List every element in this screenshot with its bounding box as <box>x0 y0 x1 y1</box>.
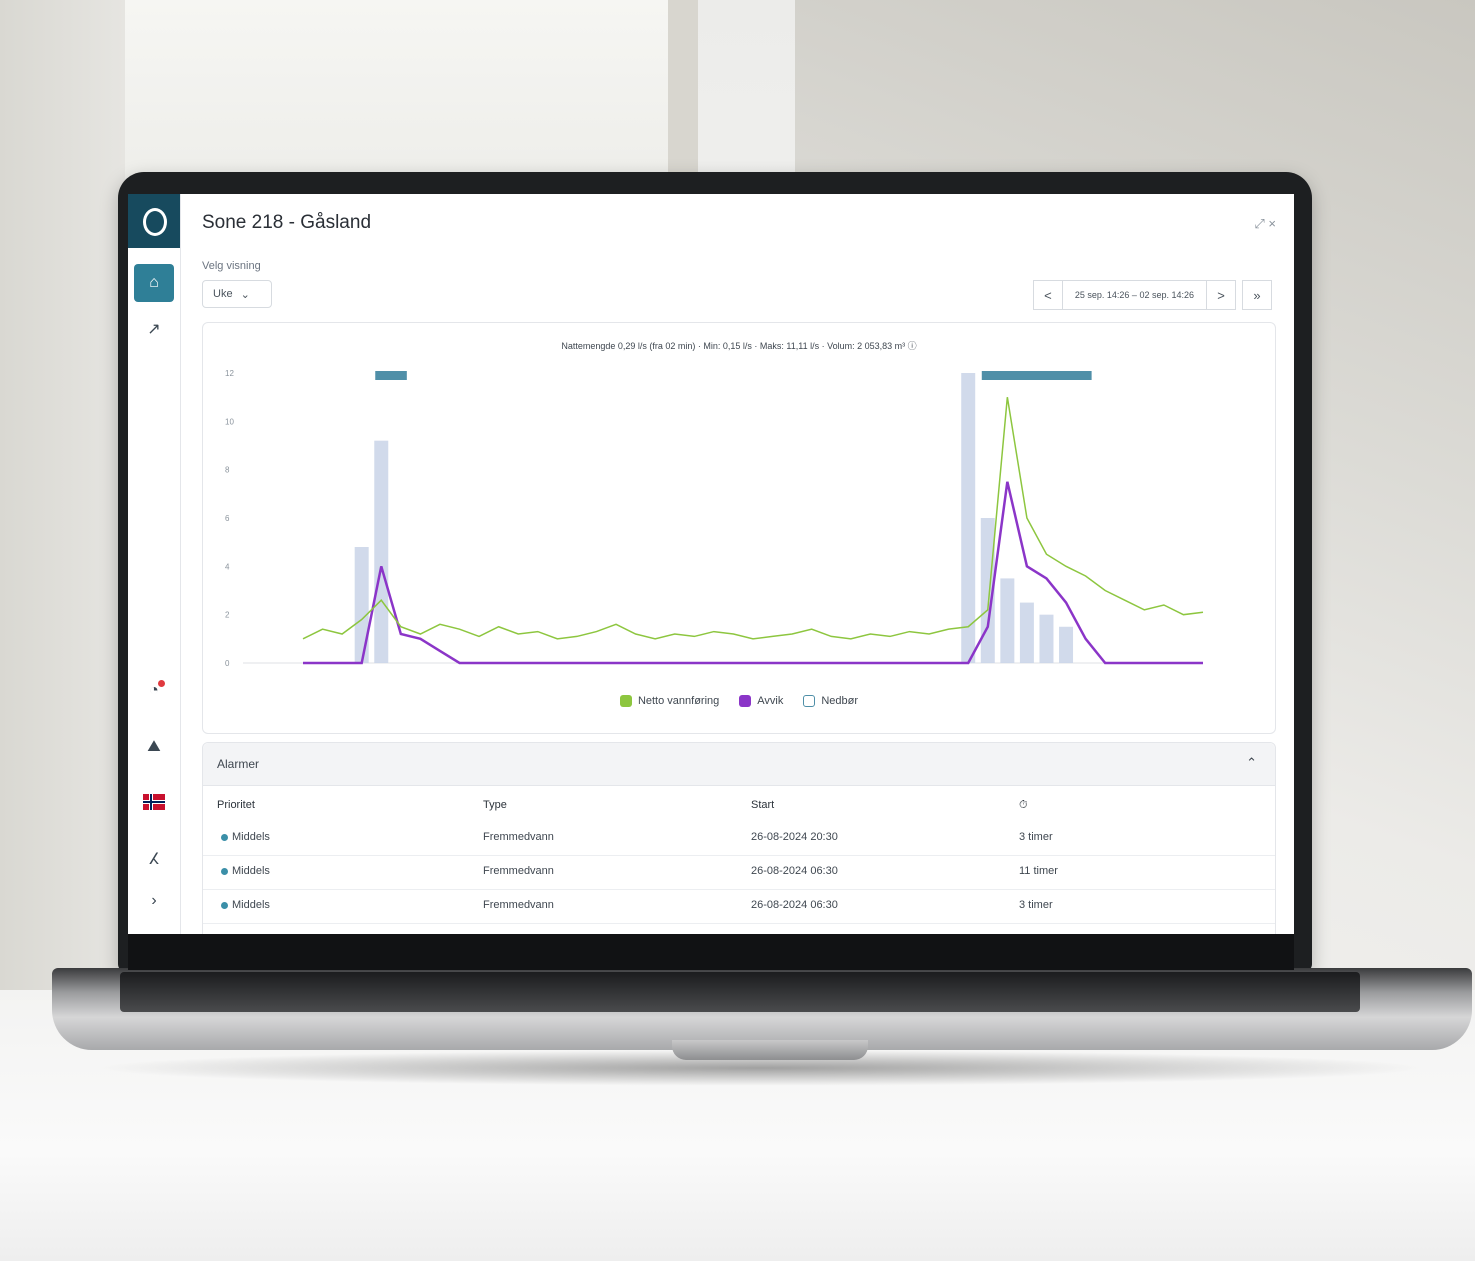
y-tick-label: 0 <box>225 659 230 668</box>
priority-text: Middels <box>232 831 270 843</box>
priority-cell: Middels <box>221 899 270 911</box>
page-title: Sone 218 - Gåsland <box>202 212 372 233</box>
logo-ring-icon <box>143 208 167 236</box>
y-tick-label: 8 <box>225 466 230 475</box>
col-header-duration[interactable]: ⏱ <box>1019 799 1028 812</box>
prev-period-button[interactable]: < <box>1032 280 1063 310</box>
status-dot <box>221 867 228 875</box>
date-pager: < 25 sep. 14:26 – 02 sep. 14:26 > » <box>1032 280 1272 310</box>
legend-label: Nedbør <box>821 695 859 707</box>
checkbox-icon <box>803 695 816 707</box>
nedbor-bar <box>354 547 369 663</box>
table-row[interactable]: Middels Fremmedvann 26-08-2024 06:30 11 … <box>203 855 1275 890</box>
sidebar: ⌂ ↗ ◔ ⛰ ⵃ › <box>128 194 181 934</box>
nedbor-bar <box>1059 626 1074 663</box>
alarm-band <box>375 371 407 380</box>
app-logo[interactable] <box>128 194 180 248</box>
chevron-up-icon[interactable]: ⌃ <box>1246 755 1257 771</box>
trend-icon: ↗ <box>147 321 161 338</box>
legend-label: Netto vannføring <box>637 695 720 707</box>
window-frame <box>668 0 698 180</box>
date-range-display[interactable]: 25 sep. 14:26 – 02 sep. 14:26 <box>1062 280 1206 310</box>
flow-chart: 12 10 8 6 4 2 0 <box>225 369 1204 668</box>
col-header-priority[interactable]: Prioritet <box>217 799 255 811</box>
window-light <box>125 0 685 180</box>
nav-notifications-button[interactable]: ◔ <box>134 672 174 710</box>
nedbor-bar <box>1039 614 1054 663</box>
col-header-start[interactable]: Start <box>751 799 774 811</box>
y-tick-label: 4 <box>225 562 230 571</box>
duration-cell: 11 timer <box>1019 865 1058 877</box>
nedbor-bar <box>961 373 976 663</box>
view-select-value: Uke <box>213 288 233 300</box>
nedbor-bar <box>374 440 389 663</box>
table-row[interactable]: Middels Fremmedvann 26-08-2024 20:30 3 t… <box>203 821 1275 856</box>
laptop-notch <box>672 1040 868 1060</box>
type-cell: Fremmedvann <box>483 831 554 843</box>
y-tick-label: 6 <box>225 514 230 523</box>
view-select-label: Velg visning <box>202 260 261 272</box>
nav-trend-button[interactable]: ↗ <box>134 310 174 348</box>
start-cell: 26-08-2024 06:30 <box>751 899 838 911</box>
alarms-panel: Alarmer ⌃ Prioritet Type Start ⏱ Middels… <box>202 742 1276 934</box>
y-tick-label: 2 <box>225 611 230 620</box>
home-icon: ⌂ <box>149 274 159 291</box>
sidebar-expand-button[interactable]: › <box>134 882 174 920</box>
chart-stats: Nattemengde 0,29 l/s (fra 02 min) · Min:… <box>561 341 917 351</box>
checkbox-icon <box>739 695 752 707</box>
screen-bezel-bottom <box>128 934 1294 970</box>
nedbor-bar <box>1019 602 1034 663</box>
netto-line <box>302 397 1204 640</box>
duration-cell: 3 timer <box>1019 899 1053 911</box>
checkbox-icon <box>619 695 632 707</box>
notification-dot <box>158 680 165 687</box>
y-tick-label: 12 <box>225 369 234 378</box>
priority-cell: Middels <box>221 865 270 877</box>
legend-item-netto[interactable]: Netto vannføring <box>619 695 720 707</box>
chevron-down-icon: ⌄ <box>240 288 250 301</box>
language-flag-icon[interactable] <box>143 794 165 810</box>
col-header-type[interactable]: Type <box>483 799 507 811</box>
start-cell: 26-08-2024 20:30 <box>751 831 838 843</box>
main-panel: Sone 218 - Gåsland ⤢ × Velg visning Uke … <box>180 194 1294 934</box>
y-tick-label: 10 <box>225 417 234 426</box>
duration-cell: 3 timer <box>1019 831 1053 843</box>
legend-item-avvik[interactable]: Avvik <box>739 695 783 707</box>
status-dot <box>221 901 228 909</box>
last-period-button[interactable]: » <box>1242 280 1272 310</box>
alarms-header[interactable]: Alarmer ⌃ <box>203 743 1275 786</box>
flow-chart-card: Nattemengde 0,29 l/s (fra 02 min) · Min:… <box>202 322 1276 734</box>
alarm-band <box>981 371 1092 380</box>
table-row[interactable]: Middels Fremmedvann 26-08-2024 06:30 3 t… <box>203 889 1275 924</box>
chevron-right-icon: › <box>151 892 157 909</box>
nedbor-bar <box>1000 578 1015 663</box>
nav-user-button[interactable]: ⵃ <box>134 840 174 878</box>
laptop-screen: ⌂ ↗ ◔ ⛰ ⵃ › Sone 218 - Gåsland ⤢ × Velg … <box>128 194 1294 934</box>
legend-label: Avvik <box>757 695 784 707</box>
view-select[interactable]: Uke ⌄ <box>202 280 272 308</box>
priority-text: Middels <box>232 899 270 911</box>
type-cell: Fremmedvann <box>483 899 554 911</box>
window-controls[interactable]: ⤢ × <box>1254 216 1276 232</box>
user-icon: ⵃ <box>148 851 160 868</box>
keyboard-area <box>120 972 1360 1012</box>
next-period-button[interactable]: > <box>1206 280 1236 310</box>
status-dot <box>221 833 228 841</box>
nav-home-button[interactable]: ⌂ <box>134 264 174 302</box>
priority-text: Middels <box>232 865 270 877</box>
start-cell: 26-08-2024 06:30 <box>751 865 838 877</box>
chart-legend: Netto vannføring Avvik Nedbør <box>203 695 1275 707</box>
legend-item-nedbor[interactable]: Nedbør <box>803 695 858 707</box>
map-icon: ⛰ <box>147 738 161 755</box>
type-cell: Fremmedvann <box>483 865 554 877</box>
nav-map-button[interactable]: ⛰ <box>134 728 174 766</box>
priority-cell: Middels <box>221 831 270 843</box>
alarms-title: Alarmer <box>217 757 260 771</box>
